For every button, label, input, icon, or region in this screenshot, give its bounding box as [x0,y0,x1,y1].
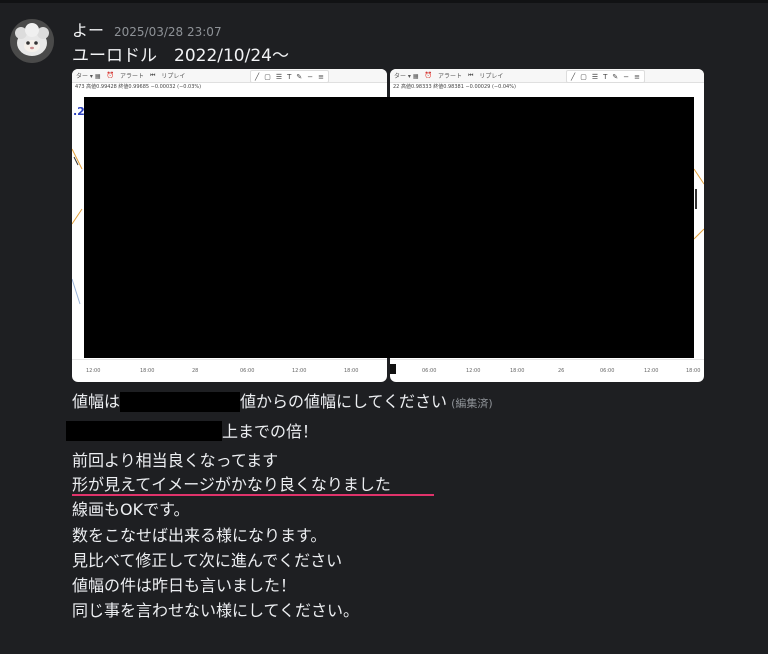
line-tool-icon: ╱ [255,72,260,81]
sheep-avatar-icon [10,19,54,63]
chart-toolbar: ター ▾ ▦ ⏰ アラート ⏮ リプレイ [390,69,704,83]
toolbar-replay: リプレイ [161,73,186,80]
axis-tick: 28 [192,368,199,374]
brush-tool-icon: ✎ [296,72,303,81]
chart-info: 22 高値0.98333 終値0.98381 −0.00029 (−0.04%) [393,84,516,90]
minus-tool-icon: − [623,72,630,81]
redaction-box-line-2 [66,421,222,441]
chart-lines-fragment [694,168,704,240]
axis-tick: 06:00 [240,368,255,374]
edited-label: (編集済) [451,397,493,410]
window-top-edge [0,0,768,3]
axis-tick: 12:00 [292,368,307,374]
message-line-4: 形が見えてイメージがかなり良くなりました [72,475,391,494]
replay-icon: ⏮ [468,71,474,79]
line-tool-icon: ╱ [571,72,576,81]
alarm-icon: ⏰ [424,72,432,79]
axis-tick: 18:00 [344,368,359,374]
toolbar-alert: アラート [437,73,462,80]
message-line-9: 同じ事を言わせない様にしてください。 [72,601,360,620]
layers-tool-icon: ≡ [634,72,641,81]
axis-tick: 18:00 [140,368,155,374]
line-1-start: 値幅は [72,392,121,411]
message-line-1: 値幅は 値からの値幅にしてください (編集済) [72,392,493,414]
axis-tick: 18:00 [510,368,525,374]
message-line-8: 値幅の件は昨日も言いました！ [72,576,297,595]
redaction-box [84,97,694,358]
alarm-icon: ⏰ [106,72,114,79]
avatar[interactable] [10,19,54,63]
axis-tick: 12:00 [644,368,659,374]
toolbar-label-partial: ター ▾ ▦ [76,73,101,80]
axis-tick: 12:00 [466,368,481,374]
chart-toolbar: ター ▾ ▦ ⏰ アラート ⏮ リプレイ [72,69,387,83]
highlight-underline [72,494,434,496]
toolbar-label-partial: ター ▾ ▦ [394,73,419,80]
redaction-inline [120,392,241,412]
axis-tick: 12:00 [86,368,101,374]
rect-tool-icon: ▢ [264,72,271,81]
drawing-tools: ╱ ▢ ☰ T ✎ − ≡ [566,70,646,83]
message-line-3: 前回より相当良くなってます [72,451,279,470]
rect-tool-icon: ▢ [580,72,587,81]
message-title: ユーロドル 2022/10/24～ [72,46,289,66]
time-axis: 12:00 18:00 28 06:00 12:00 18:00 [72,359,387,382]
brush-tool-icon: ✎ [612,72,619,81]
axis-tick: 18:00 [686,368,701,374]
axis-tick: 26 [558,368,565,374]
toolbar-alert: アラート [119,73,144,80]
timestamp: 2025/03/28 23:07 [114,25,222,39]
message-line-2: 上までの倍！ [222,422,319,441]
axis-marker [390,364,396,374]
fib-tool-icon: ☰ [591,72,599,81]
fib-tool-icon: ☰ [275,72,283,81]
drawing-tools: ╱ ▢ ☰ T ✎ − ≡ [250,70,330,83]
line-1-end: 値からの値幅にしてください [240,392,448,411]
axis-tick: 06:00 [422,368,437,374]
replay-icon: ⏮ [150,71,156,79]
layers-tool-icon: ≡ [318,72,325,81]
minus-tool-icon: − [307,72,314,81]
username[interactable]: よー [72,17,104,41]
message-line-6: 数をこなせば出来る様になります。 [72,526,327,545]
axis-tick: 06:00 [600,368,615,374]
message-line-5: 線画もOKです。 [72,500,190,519]
message-header: よー 2025/03/28 23:07 [72,17,222,41]
toolbar-replay: リプレイ [479,73,504,80]
message-line-7: 見比べて修正して次に進んでください [72,551,343,570]
text-tool-icon: T [603,72,608,81]
chart-lines-fragment [72,148,83,305]
time-axis: 06:00 12:00 18:00 26 06:00 12:00 18:00 [390,359,704,382]
chart-info: 473 高値0.99428 終値0.99685 −0.00032 (−0.03%… [75,84,202,90]
text-tool-icon: T [287,72,292,81]
